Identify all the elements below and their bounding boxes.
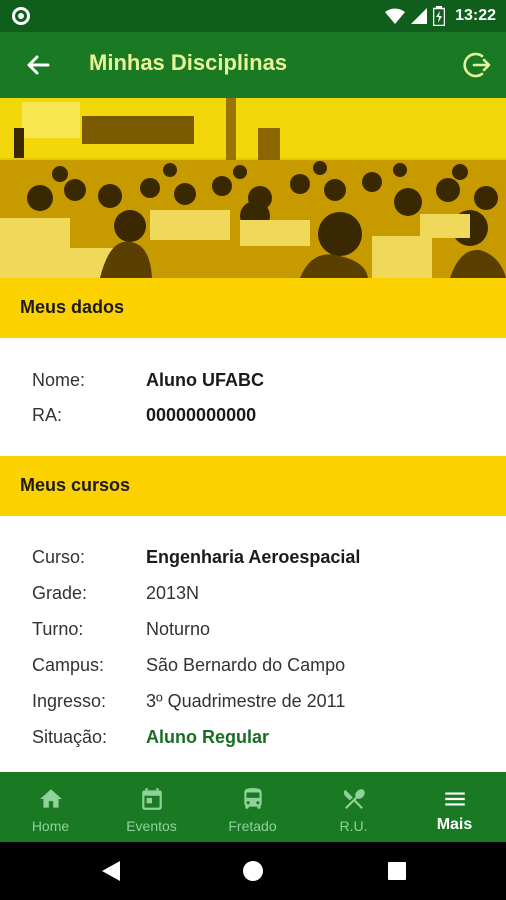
row-label: Situação: xyxy=(32,727,108,747)
nav-item-home[interactable]: Home xyxy=(0,772,101,842)
section-header-meus-cursos: Meus cursos xyxy=(0,456,506,516)
row-value: Aluno Regular xyxy=(146,727,270,747)
row-value: 00000000000 xyxy=(146,405,257,425)
hero-image xyxy=(0,98,506,278)
home-icon xyxy=(39,789,62,808)
calendar-icon xyxy=(141,788,162,810)
row-label: RA: xyxy=(32,405,63,425)
app-bar: Minhas Disciplinas xyxy=(0,32,506,98)
bottom-nav: Home Eventos Fretado R.U. Mais xyxy=(0,772,506,842)
battery-icon xyxy=(433,6,446,26)
nav-label: Eventos xyxy=(126,818,177,834)
row-label: Turno: xyxy=(32,619,84,639)
lecture-hall-photo xyxy=(0,98,506,278)
nav-label: Fretado xyxy=(228,818,277,834)
row-value: Aluno UFABC xyxy=(146,370,264,390)
section-title-meus-dados: Meus dados xyxy=(20,297,125,317)
row-label: Ingresso: xyxy=(32,691,107,711)
status-icons: 13:22 xyxy=(385,0,496,32)
notification-ring-icon xyxy=(12,7,30,25)
row-value: São Bernardo do Campo xyxy=(146,655,346,675)
page-title: Minhas Disciplinas xyxy=(89,50,288,75)
arrow-back-icon[interactable] xyxy=(22,49,54,81)
nav-label: R.U. xyxy=(339,818,368,834)
menu-icon xyxy=(444,792,465,806)
nav-item-fretado[interactable]: Fretado xyxy=(202,772,303,842)
row-value: 2013N xyxy=(146,583,200,603)
system-nav-bar xyxy=(0,842,506,900)
status-time: 13:22 xyxy=(455,7,496,24)
wifi-icon xyxy=(385,8,406,24)
signal-icon xyxy=(411,8,428,24)
nav-item-eventos[interactable]: Eventos xyxy=(101,772,202,842)
section-header-meus-dados: Meus dados xyxy=(0,278,506,338)
nav-label: Mais xyxy=(436,816,473,833)
system-back-icon[interactable] xyxy=(100,859,122,883)
bus-icon xyxy=(243,788,262,809)
row-label: Curso: xyxy=(32,547,86,567)
nav-label: Home xyxy=(31,818,70,834)
status-bar: 13:22 xyxy=(0,0,506,32)
section-title-meus-cursos: Meus cursos xyxy=(20,475,131,495)
row-label: Campus: xyxy=(32,655,105,675)
nav-item-ru[interactable]: R.U. xyxy=(303,772,404,842)
restaurant-icon xyxy=(343,789,365,809)
system-home-icon[interactable] xyxy=(242,860,264,882)
row-value: Engenharia Aeroespacial xyxy=(146,547,361,567)
nav-item-mais[interactable]: Mais xyxy=(404,772,505,842)
system-recents-icon[interactable] xyxy=(387,861,407,881)
row-value: Noturno xyxy=(146,619,211,639)
row-label: Nome: xyxy=(32,370,86,390)
row-value: 3º Quadrimestre de 2011 xyxy=(146,691,346,711)
logout-icon[interactable] xyxy=(462,49,494,81)
row-label: Grade: xyxy=(32,583,88,603)
